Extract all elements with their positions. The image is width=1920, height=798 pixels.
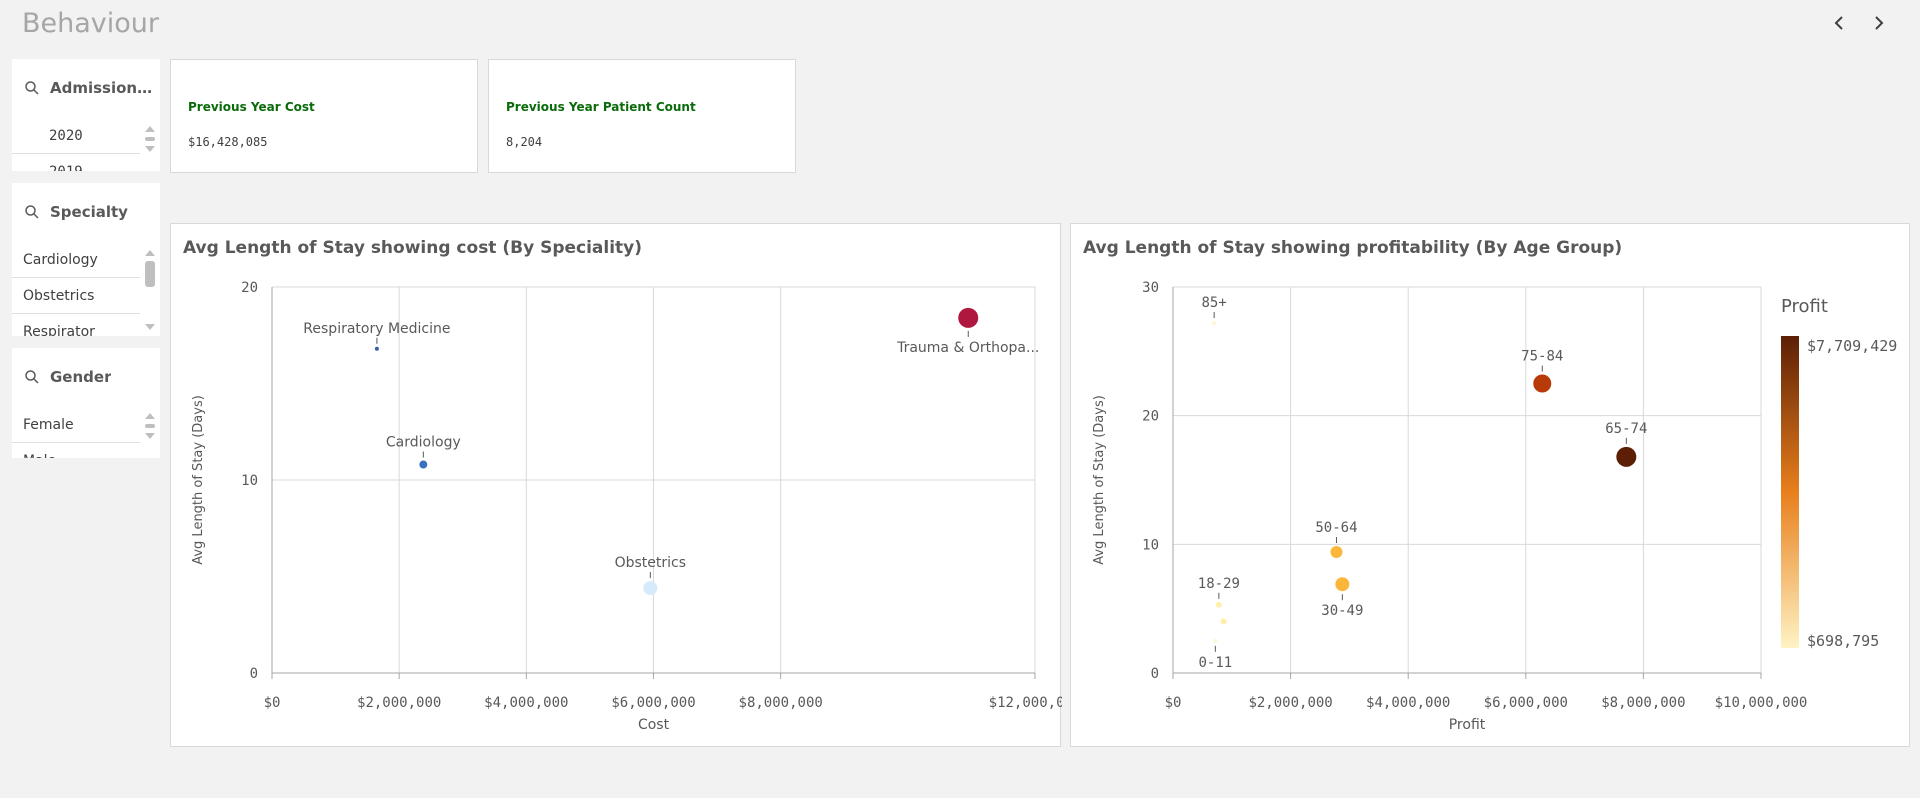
filter-pane-specialty[interactable]: Specialty Cardiology Obstetrics Respirat… <box>12 183 160 336</box>
scroll-thumb[interactable] <box>145 261 155 287</box>
data-label: Respiratory Medicine <box>303 321 450 337</box>
x-tick-label: $8,000,000 <box>739 695 823 711</box>
data-point <box>1533 374 1552 393</box>
filter-item[interactable]: Obstetrics <box>12 278 140 314</box>
data-label: 0-11 <box>1198 655 1232 671</box>
data-point <box>1212 321 1217 326</box>
search-icon <box>25 370 39 384</box>
kpi-title: Previous Year Patient Count <box>506 100 696 114</box>
x-tick-label: $0 <box>1165 695 1182 711</box>
legend-gradient <box>1781 336 1799 648</box>
scroll-thumb[interactable] <box>145 424 155 428</box>
chart-cost-by-speciality[interactable]: Avg Length of Stay showing cost (By Spec… <box>170 223 1062 748</box>
x-axis-label: Cost <box>638 717 670 733</box>
data-point <box>1220 618 1227 625</box>
y-tick-label: 0 <box>1151 666 1159 682</box>
legend-title: Profit <box>1781 296 1828 317</box>
data-point <box>1616 446 1637 467</box>
data-label: 50-64 <box>1315 520 1357 536</box>
data-point <box>1330 546 1343 559</box>
scatter-plot[interactable]: $0 $2,000,000 $4,000,000 $6,000,000 $8,000,0… <box>1071 224 1911 748</box>
search-icon <box>25 81 39 95</box>
filter-header[interactable]: Specialty <box>12 183 160 241</box>
y-tick-label: 20 <box>1142 409 1159 425</box>
x-tick-label: $6,000,000 <box>1484 695 1568 711</box>
y-axis-label: Avg Length of Stay (Days) <box>191 395 206 565</box>
sheet-title: Behaviour <box>22 8 160 39</box>
x-tick-label: $12,000,000 <box>989 695 1062 711</box>
scroll-down-icon[interactable] <box>142 143 158 155</box>
data-point <box>419 460 428 469</box>
filter-item[interactable]: 2020 <box>12 118 140 154</box>
data-point <box>643 581 658 596</box>
filter-label: Gender <box>50 368 112 386</box>
y-tick-label: 10 <box>1142 537 1159 553</box>
y-tick-label: 30 <box>1142 280 1159 296</box>
chevron-left-icon <box>1834 16 1843 30</box>
filter-list: Female Male <box>12 407 140 458</box>
kpi-title: Previous Year Cost <box>188 100 315 114</box>
kpi-previous-year-patient-count[interactable]: Previous Year Patient Count 8,204 <box>488 59 796 173</box>
scroll-down-icon[interactable] <box>142 321 158 333</box>
scroll-thumb[interactable] <box>145 137 155 141</box>
x-axis-label: Profit <box>1449 717 1486 733</box>
x-tick-label: $4,000,000 <box>484 695 568 711</box>
filter-label: Specialty <box>50 203 128 221</box>
scroll-up-icon[interactable] <box>142 410 158 422</box>
data-label: Cardiology <box>386 435 461 451</box>
filter-item[interactable]: Respirator <box>12 314 140 336</box>
filter-item[interactable]: 2019 <box>12 154 140 171</box>
chevron-right-icon <box>1875 16 1884 30</box>
filter-header[interactable]: Gender <box>12 348 160 406</box>
filter-list: Cardiology Obstetrics Respirator <box>12 242 140 336</box>
next-sheet-button[interactable] <box>1866 10 1892 36</box>
x-tick-label: $2,000,000 <box>1248 695 1332 711</box>
scroll-up-icon[interactable] <box>142 247 158 259</box>
data-label: Trauma & Orthopa... <box>896 340 1039 356</box>
filter-item[interactable]: Male <box>12 443 140 458</box>
legend-max-label: $7,709,429 <box>1807 337 1897 355</box>
filter-list: 2020 2019 <box>12 118 140 171</box>
data-label: 65-74 <box>1605 421 1647 437</box>
search-icon <box>25 205 39 219</box>
filter-scrollbar[interactable] <box>142 247 158 333</box>
data-label: Obstetrics <box>615 555 686 571</box>
filter-scrollbar[interactable] <box>142 123 158 155</box>
x-tick-label: $0 <box>264 695 281 711</box>
data-label: 75-84 <box>1521 349 1563 365</box>
data-point <box>1335 577 1350 592</box>
y-tick-label: 20 <box>241 280 258 296</box>
data-point <box>1215 601 1222 608</box>
legend-min-label: $698,795 <box>1807 632 1879 650</box>
data-point <box>1213 638 1218 643</box>
filter-label: Admission ... <box>50 79 154 97</box>
y-axis-label: Avg Length of Stay (Days) <box>1092 395 1107 565</box>
x-tick-label: $10,000,000 <box>1715 695 1808 711</box>
chart-profit-by-age-group[interactable]: Avg Length of Stay showing profitability… <box>1070 223 1910 747</box>
data-label: 30-49 <box>1321 603 1363 619</box>
x-tick-label: $2,000,000 <box>357 695 441 711</box>
data-point <box>374 346 379 351</box>
data-label: 85+ <box>1202 295 1227 311</box>
kpi-value: $16,428,085 <box>188 135 268 149</box>
data-label: 18-29 <box>1198 576 1240 592</box>
filter-pane-gender[interactable]: Gender Female Male <box>12 348 160 458</box>
filter-item[interactable]: Cardiology <box>12 242 140 278</box>
filter-header[interactable]: Admission ... <box>12 59 160 117</box>
y-tick-label: 0 <box>250 666 258 682</box>
x-tick-label: $8,000,000 <box>1601 695 1685 711</box>
scatter-plot[interactable]: $0 $2,000,000 $4,000,000 $6,000,000 $8,000,0… <box>171 224 1062 748</box>
filter-item[interactable]: Female <box>12 407 140 443</box>
y-tick-label: 10 <box>241 473 258 489</box>
scroll-down-icon[interactable] <box>142 430 158 442</box>
filter-scrollbar[interactable] <box>142 410 158 442</box>
kpi-previous-year-cost[interactable]: Previous Year Cost $16,428,085 <box>170 59 478 173</box>
filter-pane-admission[interactable]: Admission ... 2020 2019 <box>12 59 160 171</box>
previous-sheet-button[interactable] <box>1826 10 1852 36</box>
x-tick-label: $4,000,000 <box>1366 695 1450 711</box>
data-point <box>958 307 979 328</box>
scroll-up-icon[interactable] <box>142 123 158 135</box>
x-tick-label: $6,000,000 <box>611 695 695 711</box>
kpi-value: 8,204 <box>506 135 543 149</box>
